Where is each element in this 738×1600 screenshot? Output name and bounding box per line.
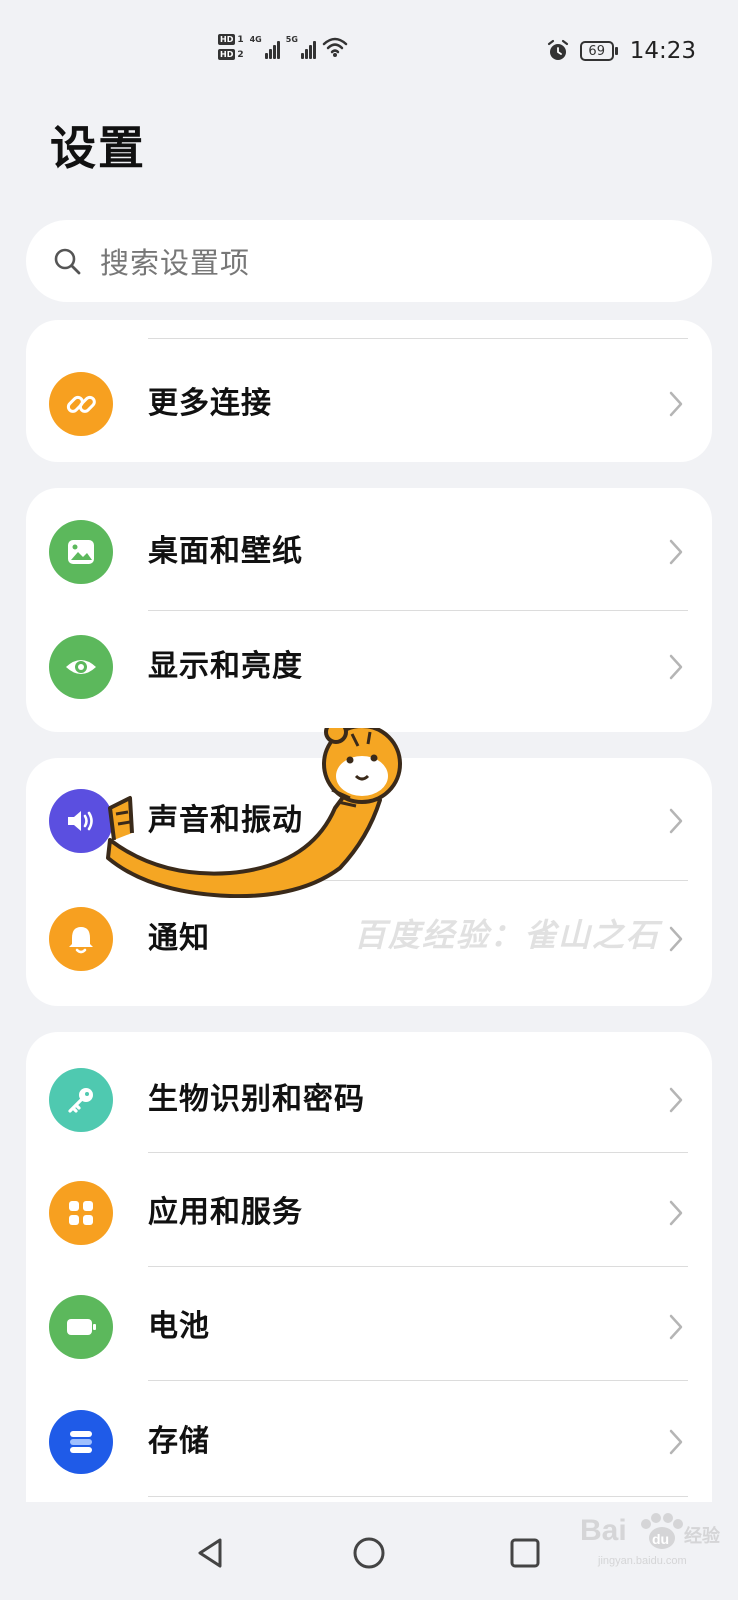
eye-icon <box>49 635 113 699</box>
settings-item-biometrics-password[interactable]: 生物识别和密码 <box>26 1043 712 1157</box>
settings-item-storage[interactable]: 存储 <box>26 1385 712 1499</box>
signal-strength-sim1: 4G <box>250 35 280 59</box>
settings-group-connectivity: 更多连接 <box>26 320 712 462</box>
key-icon <box>49 1068 113 1132</box>
svg-text:经验: 经验 <box>684 1525 721 1547</box>
settings-item-more-connections[interactable]: 更多连接 <box>26 347 712 461</box>
page-title: 设置 <box>50 121 146 175</box>
divider <box>148 1380 688 1381</box>
hd-indicator-2: HD 2 <box>218 49 244 60</box>
baidu-jingyan-logo: Bai du 经验 jingyan.baidu.com <box>580 1513 721 1567</box>
signal-strength-sim2: 5G <box>286 35 316 59</box>
settings-item-label: 存储 <box>148 1424 210 1459</box>
divider <box>148 1266 688 1267</box>
hd-indicator-1: HD 1 <box>218 34 244 45</box>
tiger-sticker-overlay <box>106 728 402 898</box>
settings-item-label: 更多连接 <box>148 386 272 421</box>
bell-icon <box>49 907 113 971</box>
settings-item-label: 生物识别和密码 <box>148 1082 365 1117</box>
chevron-right-icon <box>669 654 683 680</box>
watermark-text: 百度经验：雀山之石 <box>354 916 661 954</box>
apps-icon <box>49 1181 113 1245</box>
chevron-right-icon <box>669 1314 683 1340</box>
settings-item-home-wallpaper[interactable]: 桌面和壁纸 <box>26 495 712 609</box>
settings-item-label: 显示和亮度 <box>148 649 303 684</box>
svg-text:Bai: Bai <box>580 1514 627 1547</box>
chevron-right-icon <box>669 1200 683 1226</box>
wifi-icon <box>322 37 348 57</box>
svg-text:jingyan.baidu.com: jingyan.baidu.com <box>597 1555 687 1567</box>
divider <box>148 338 688 339</box>
settings-item-label: 应用和服务 <box>148 1195 303 1230</box>
settings-item-apps-services[interactable]: 应用和服务 <box>26 1156 712 1270</box>
recents-icon[interactable] <box>500 1528 550 1578</box>
settings-group-display: 桌面和壁纸 显示和亮度 <box>26 488 712 732</box>
divider <box>148 1152 688 1153</box>
status-time: 14:23 <box>629 38 696 64</box>
chevron-right-icon <box>669 1087 683 1113</box>
settings-screen: HD 1 HD 2 4G 5G 69 14:23 设置 搜索设置项 更多连接 桌… <box>0 0 738 1600</box>
chevron-right-icon <box>669 926 683 952</box>
settings-item-battery[interactable]: 电池 <box>26 1270 712 1384</box>
battery-indicator: 69 <box>579 41 618 61</box>
search-icon <box>54 248 81 275</box>
chevron-right-icon <box>669 391 683 417</box>
signal-indicators: HD 1 HD 2 4G 5G <box>218 34 348 60</box>
chevron-right-icon <box>669 1429 683 1455</box>
svg-text:du: du <box>652 1531 669 1547</box>
alarm-icon <box>547 39 568 60</box>
search-input[interactable]: 搜索设置项 <box>26 220 712 302</box>
settings-item-label: 桌面和壁纸 <box>148 534 303 569</box>
home-icon[interactable] <box>344 1528 394 1578</box>
settings-item-display-brightness[interactable]: 显示和亮度 <box>26 610 712 724</box>
settings-item-label: 电池 <box>148 1309 210 1344</box>
settings-item-label: 通知 <box>148 921 210 956</box>
system-indicators: 69 14:23 <box>546 38 696 64</box>
wallpaper-icon <box>49 520 113 584</box>
storage-icon <box>49 1410 113 1474</box>
chevron-right-icon <box>669 539 683 565</box>
hd-voice-indicators: HD 1 HD 2 <box>218 34 244 60</box>
status-bar: HD 1 HD 2 4G 5G 69 14:23 <box>0 0 738 100</box>
battery-icon <box>49 1295 113 1359</box>
back-icon[interactable] <box>186 1528 236 1578</box>
settings-group-system: 生物识别和密码 应用和服务 电池 存储 <box>26 1032 712 1502</box>
search-placeholder: 搜索设置项 <box>100 246 251 280</box>
link-icon <box>49 372 113 436</box>
chevron-right-icon <box>669 808 683 834</box>
